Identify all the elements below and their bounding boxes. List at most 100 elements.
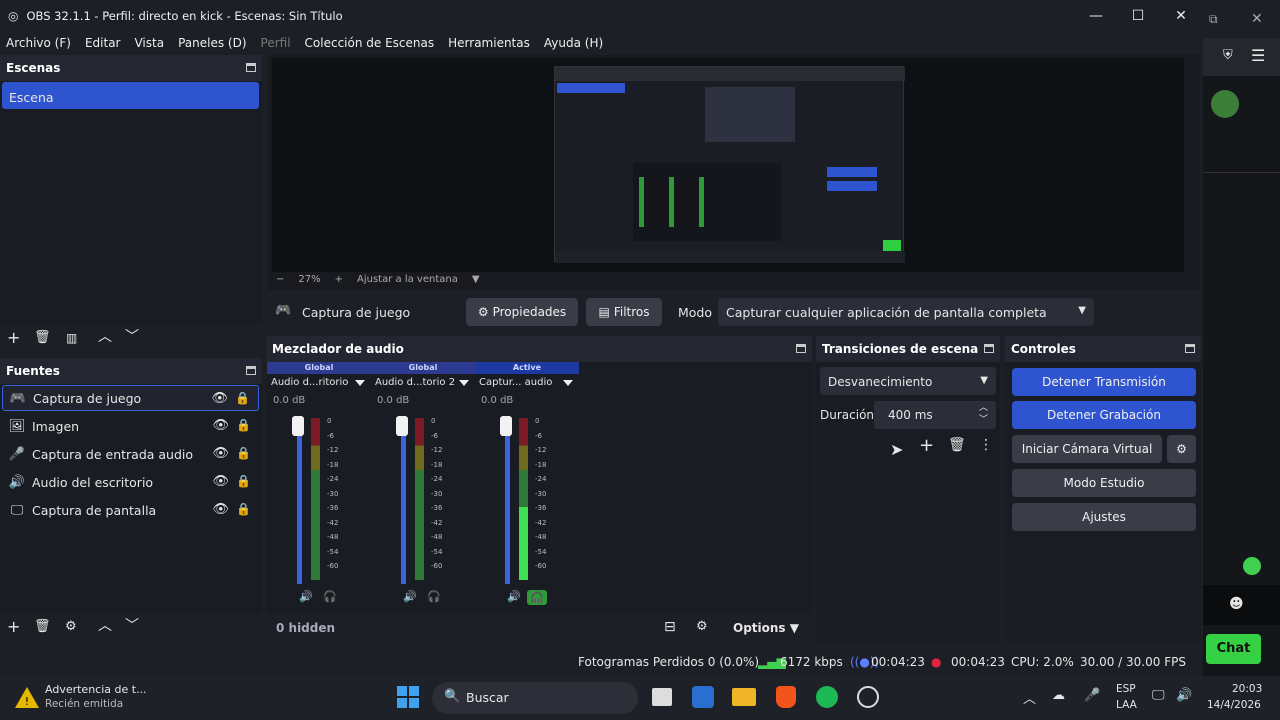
headphones-icon[interactable]: 🎧: [527, 590, 547, 605]
source-item-captura-pantalla[interactable]: 🖵 Captura de pantalla 👁 🔒: [2, 497, 259, 523]
source-item-entrada-audio[interactable]: 🎤 Captura de entrada audio 👁 🔒: [2, 441, 259, 467]
move-up-icon[interactable]: ︿: [98, 329, 112, 345]
microphone-icon[interactable]: 🎤: [1084, 688, 1100, 703]
clock-date[interactable]: 14/4/2026: [1207, 699, 1261, 711]
lock-icon[interactable]: 🔒: [236, 474, 251, 488]
spin-arrows-icon[interactable]: ︿ ﹀: [979, 402, 988, 426]
fit-window-label[interactable]: Ajustar a la ventana: [357, 274, 458, 285]
scene-filters-icon[interactable]: ▥: [66, 330, 77, 346]
windows-start-icon[interactable]: [397, 686, 419, 708]
eye-icon[interactable]: 👁: [212, 502, 229, 517]
minimize-button[interactable]: —: [1074, 0, 1118, 31]
task-view-icon[interactable]: [652, 688, 672, 706]
menu-archivo[interactable]: Archivo (F): [6, 36, 71, 50]
brave-icon[interactable]: [776, 686, 796, 708]
menu-icon[interactable]: ☰: [1251, 46, 1265, 65]
transition-select[interactable]: Desvanecimiento ▼: [820, 367, 996, 395]
virtual-camera-button[interactable]: Iniciar Cámara Virtual: [1012, 435, 1162, 463]
warning-icon[interactable]: !: [14, 684, 40, 710]
speaker-icon[interactable]: 🔊: [403, 590, 417, 603]
channel-name[interactable]: Audio d...ritorio: [267, 377, 371, 393]
preview-canvas[interactable]: [272, 58, 1184, 272]
remove-source-icon[interactable]: 🗑: [34, 619, 51, 635]
menu-paneles[interactable]: Paneles (D): [178, 36, 246, 50]
lock-icon[interactable]: 🔒: [236, 502, 251, 516]
display-icon[interactable]: 🖵: [1152, 688, 1165, 703]
menu-editar[interactable]: Editar: [85, 36, 121, 50]
eye-icon[interactable]: 👁: [212, 446, 229, 461]
emoji-icon[interactable]: ☻: [1229, 596, 1244, 612]
gear-icon[interactable]: ⚙: [65, 619, 77, 635]
source-item-audio-escritorio[interactable]: 🔊 Audio del escritorio 👁 🔒: [2, 469, 259, 495]
menu-vista[interactable]: Vista: [134, 36, 164, 50]
duration-spinbox[interactable]: 400 ms ︿ ﹀: [874, 401, 996, 429]
mode-select[interactable]: Capturar cualquier aplicación de pantall…: [718, 298, 1094, 326]
channel-name[interactable]: Audio d...torio 2: [371, 377, 475, 393]
obs-icon[interactable]: [857, 686, 879, 708]
stop-recording-button[interactable]: Detener Grabación: [1012, 401, 1196, 429]
add-transition-icon[interactable]: +: [919, 435, 934, 456]
settings-button[interactable]: Ajustes: [1012, 503, 1196, 531]
gear-icon[interactable]: ⚙: [1167, 435, 1196, 463]
shield-icon[interactable]: ⛨: [1223, 48, 1233, 63]
studio-mode-button[interactable]: Modo Estudio: [1012, 469, 1196, 497]
volume-slider[interactable]: [401, 418, 406, 584]
eye-icon[interactable]: 👁: [212, 474, 229, 489]
undock-icon[interactable]: [796, 344, 806, 353]
undock-icon[interactable]: [984, 344, 994, 353]
scene-item[interactable]: Escena: [2, 82, 259, 109]
monitor-off-icon[interactable]: 🎧: [323, 590, 337, 603]
volume-knob[interactable]: [292, 416, 304, 436]
move-down-icon[interactable]: ﹀: [125, 329, 139, 345]
volume-slider[interactable]: [297, 418, 302, 584]
lock-icon[interactable]: 🔒: [236, 446, 251, 460]
layout-code[interactable]: LAA: [1116, 699, 1137, 711]
menu-perfil[interactable]: Perfil: [261, 36, 291, 50]
source-item-captura-juego[interactable]: 🎮 Captura de juego 👁 🔒: [2, 385, 259, 411]
stop-stream-button[interactable]: Detener Transmisión: [1012, 368, 1196, 396]
folder-icon[interactable]: [732, 688, 756, 706]
menu-coleccion[interactable]: Colección de Escenas: [305, 36, 435, 50]
menu-ayuda[interactable]: Ayuda (H): [544, 36, 603, 50]
emote-icon[interactable]: [1243, 557, 1261, 575]
eye-icon[interactable]: 👁: [211, 391, 228, 406]
chat-button[interactable]: Chat: [1206, 634, 1261, 664]
add-scene-icon[interactable]: +: [7, 330, 20, 346]
filters-button[interactable]: ▤ Filtros: [586, 298, 662, 326]
remove-scene-icon[interactable]: 🗑: [34, 330, 51, 346]
mixer-settings-icon[interactable]: ⚙: [696, 619, 708, 634]
store-icon[interactable]: [692, 686, 714, 708]
more-options-icon[interactable]: ⋮: [979, 437, 993, 453]
notification-title[interactable]: Advertencia de t...: [45, 683, 147, 696]
undock-icon[interactable]: [1185, 344, 1195, 353]
restore-icon[interactable]: ⧉: [1209, 12, 1218, 27]
zoom-out-button[interactable]: −: [276, 274, 284, 285]
chat-input[interactable]: ☻: [1203, 585, 1280, 625]
clock-time[interactable]: 20:03: [1232, 683, 1262, 695]
chevron-up-icon[interactable]: ︿: [1023, 688, 1036, 707]
source-item-imagen[interactable]: 🖼 Imagen 👁 🔒: [2, 413, 259, 439]
menu-herramientas[interactable]: Herramientas: [448, 36, 530, 50]
network-icon[interactable]: ☁: [1052, 688, 1065, 703]
move-down-icon[interactable]: ﹀: [125, 618, 139, 634]
speaker-icon[interactable]: 🔊: [507, 590, 521, 603]
add-source-icon[interactable]: +: [7, 619, 20, 635]
speaker-icon[interactable]: 🔊: [299, 590, 313, 603]
close-icon[interactable]: ✕: [1251, 11, 1263, 27]
eye-icon[interactable]: 👁: [212, 418, 229, 433]
lock-icon[interactable]: 🔒: [235, 391, 250, 405]
maximize-button[interactable]: ☐: [1116, 0, 1160, 31]
move-up-icon[interactable]: ︿: [98, 618, 112, 634]
undock-icon[interactable]: [246, 366, 256, 375]
search-box[interactable]: 🔍 Buscar: [432, 682, 638, 714]
properties-button[interactable]: ⚙ Propiedades: [466, 298, 578, 326]
monitor-off-icon[interactable]: 🎧: [427, 590, 441, 603]
volume-slider[interactable]: [505, 418, 510, 584]
spotify-icon[interactable]: [816, 686, 838, 708]
zoom-dropdown-icon[interactable]: ▼: [472, 274, 480, 285]
mixer-layout-icon[interactable]: ⊟: [664, 619, 676, 635]
avatar[interactable]: [1211, 90, 1239, 118]
zoom-in-button[interactable]: +: [335, 274, 343, 285]
undock-icon[interactable]: [246, 63, 256, 72]
language-code[interactable]: ESP: [1116, 683, 1136, 695]
